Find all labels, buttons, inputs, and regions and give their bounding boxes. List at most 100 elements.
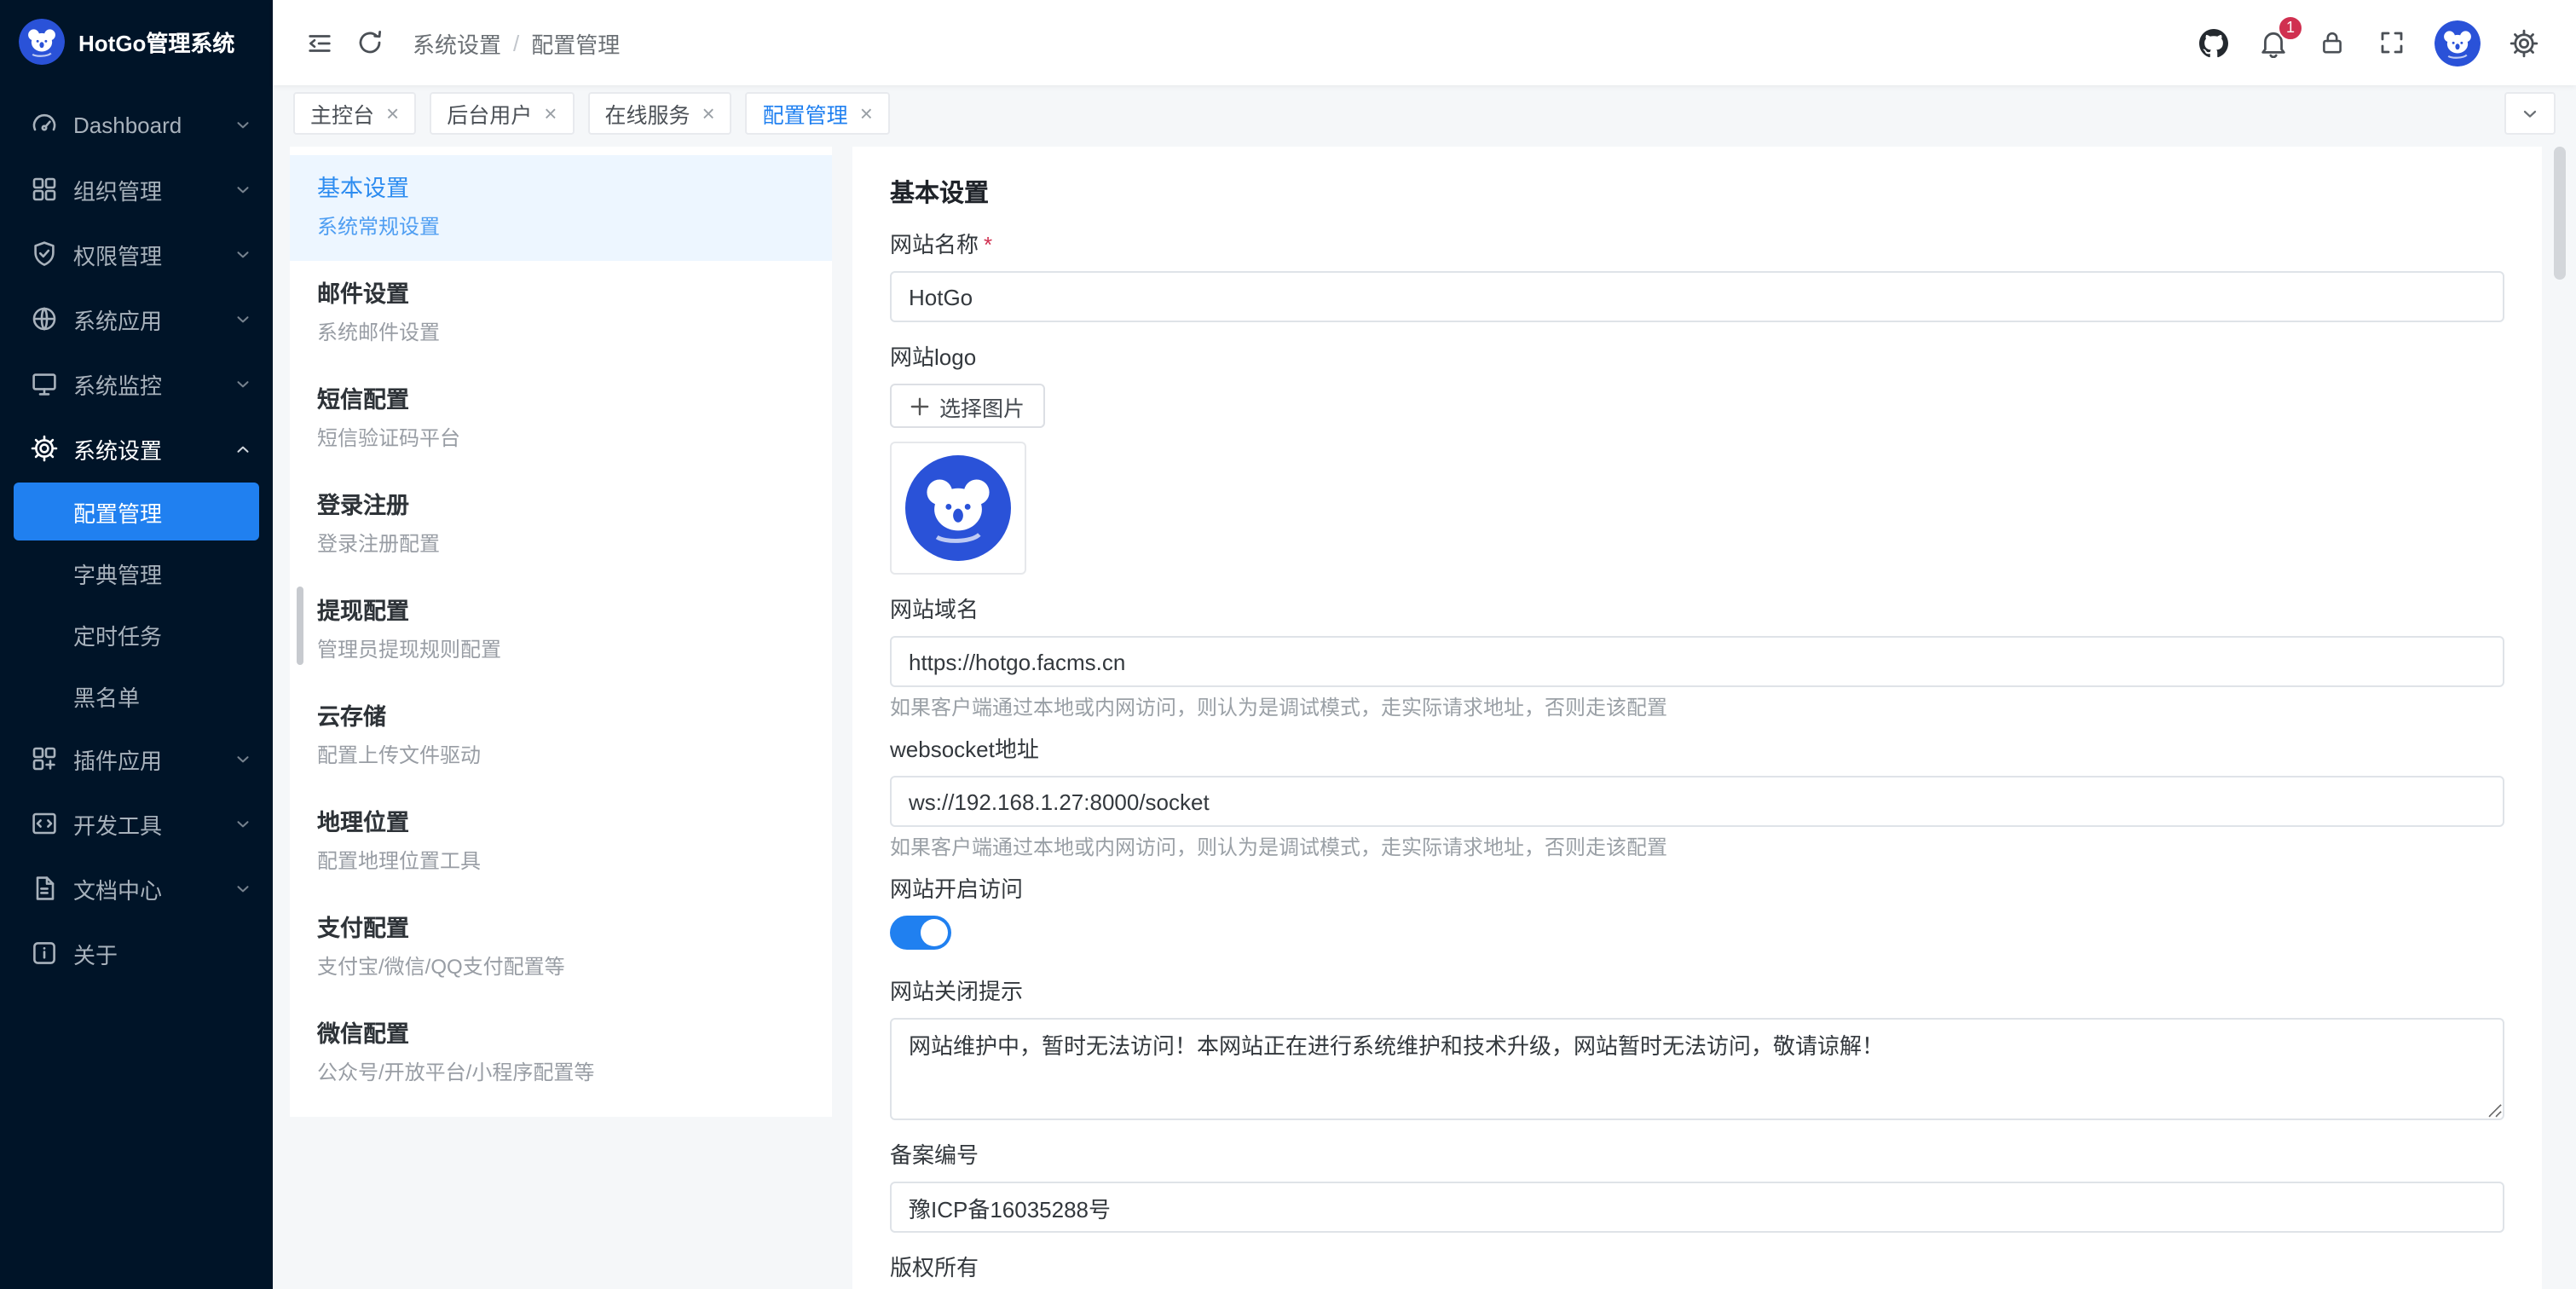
required-asterisk: *	[984, 232, 992, 257]
main-column: 系统设置 / 配置管理 1	[273, 0, 2576, 1289]
settings-nav-item-withdraw[interactable]: 提现配置 管理员提现规则配置	[290, 578, 832, 684]
site-logo-label: 网站logo	[890, 343, 2504, 373]
nav-item-subtitle: 登录注册配置	[317, 532, 805, 558]
sidebar-subitem-config[interactable]: 配置管理	[14, 483, 259, 540]
sidebar-collapse-button[interactable]	[293, 17, 344, 68]
websocket-input[interactable]	[890, 776, 2504, 827]
hotgo-logo-image	[905, 455, 1011, 561]
sidebar-menu: Dashboard 组织管理 权限管理 系统应用 系统监控	[0, 82, 273, 1289]
settings-nav-item-basic[interactable]: 基本设置 系统常规设置	[290, 155, 832, 261]
refresh-button[interactable]	[344, 17, 396, 68]
chevron-down-icon	[234, 309, 252, 328]
sidebar-item-docs[interactable]: 文档中心	[0, 856, 273, 921]
field-site-name: 网站名称*	[890, 230, 2504, 322]
sidebar-item-about[interactable]: 关于	[0, 921, 273, 986]
nav-item-title: 地理位置	[317, 808, 805, 837]
app-window: HotGo管理系统 Dashboard 组织管理 权限管理 系统应用	[0, 0, 2576, 1289]
settings-nav-item-geo[interactable]: 地理位置 配置地理位置工具	[290, 789, 832, 895]
plus-icon	[910, 396, 929, 415]
chevron-down-icon	[234, 374, 252, 393]
tab-label: 配置管理	[763, 97, 848, 130]
site-open-toggle[interactable]	[890, 916, 951, 950]
page-scrollbar-thumb[interactable]	[2554, 147, 2566, 280]
chevron-down-icon	[234, 814, 252, 833]
sidebar-item-label: 文档中心	[73, 872, 234, 905]
sidebar-item-label: 系统应用	[73, 303, 234, 335]
form-title: 基本设置	[890, 174, 2504, 210]
menu-fold-icon	[304, 28, 333, 57]
nav-item-title: 提现配置	[317, 597, 805, 626]
tab-backend-users[interactable]: 后台用户 ×	[430, 92, 574, 135]
sidebar-subitem-cron[interactable]: 定时任务	[0, 604, 273, 665]
sidebar-subitem-blacklist[interactable]: 黑名单	[0, 665, 273, 726]
scrollbar-thumb[interactable]	[297, 587, 303, 665]
breadcrumb-separator: /	[513, 30, 519, 55]
sidebar-item-label: 系统设置	[73, 432, 234, 465]
notifications-button[interactable]: 1	[2247, 17, 2298, 68]
nav-item-title: 短信配置	[317, 385, 805, 414]
nav-item-title: 邮件设置	[317, 280, 805, 309]
field-site-open: 网站开启访问	[890, 875, 2504, 950]
sidebar-item-org[interactable]: 组织管理	[0, 157, 273, 222]
tab-label: 在线服务	[604, 97, 690, 130]
plugin-grid-icon	[31, 745, 58, 772]
tab-console[interactable]: 主控台 ×	[293, 92, 416, 135]
sidebar-item-plugins[interactable]: 插件应用	[0, 726, 273, 791]
tab-online-service[interactable]: 在线服务 ×	[587, 92, 731, 135]
sidebar-subitem-label: 配置管理	[73, 495, 162, 528]
site-domain-input[interactable]	[890, 636, 2504, 687]
sidebar: HotGo管理系统 Dashboard 组织管理 权限管理 系统应用	[0, 0, 273, 1289]
user-avatar[interactable]	[2434, 20, 2481, 66]
header-actions: 1	[2187, 17, 2549, 68]
page-content: 基本设置 系统常规设置 邮件设置 系统邮件设置 短信配置 短信验证码平台 登录注…	[273, 140, 2576, 1289]
pick-image-label: 选择图片	[939, 390, 1025, 422]
tab-close-icon[interactable]: ×	[702, 102, 714, 124]
chevron-down-icon	[234, 245, 252, 263]
sidebar-item-permission[interactable]: 权限管理	[0, 222, 273, 286]
sidebar-item-monitor[interactable]: 系统监控	[0, 351, 273, 416]
sidebar-item-devtools[interactable]: 开发工具	[0, 791, 273, 856]
tab-close-icon[interactable]: ×	[544, 102, 557, 124]
close-tip-textarea[interactable]: 网站维护中，暂时无法访问！本网站正在进行系统维护和技术升级，网站暂时无法访问，敬…	[890, 1018, 2504, 1120]
fullscreen-button[interactable]	[2366, 17, 2417, 68]
sidebar-item-label: 开发工具	[73, 807, 234, 840]
sidebar-item-label: 插件应用	[73, 743, 234, 775]
settings-nav-item-mail[interactable]: 邮件设置 系统邮件设置	[290, 261, 832, 367]
settings-nav-item-pay[interactable]: 支付配置 支付宝/微信/QQ支付配置等	[290, 895, 832, 1001]
icp-input[interactable]	[890, 1182, 2504, 1233]
github-button[interactable]	[2187, 17, 2238, 68]
chevron-down-icon	[234, 879, 252, 898]
field-websocket: websocket地址 如果客户端通过本地或内网访问，则认为是调试模式，走实际请…	[890, 735, 2504, 861]
sidebar-item-apps[interactable]: 系统应用	[0, 286, 273, 351]
pick-image-button[interactable]: 选择图片	[890, 384, 1045, 428]
nav-item-subtitle: 配置地理位置工具	[317, 849, 805, 875]
breadcrumb-current[interactable]: 配置管理	[531, 26, 620, 59]
sidebar-item-dashboard[interactable]: Dashboard	[0, 92, 273, 157]
copyright-label: 版权所有	[890, 1253, 2504, 1284]
settings-nav-item-wechat[interactable]: 微信配置 公众号/开放平台/小程序配置等	[290, 1001, 832, 1107]
site-logo-preview[interactable]	[890, 442, 1026, 575]
nav-item-title: 微信配置	[317, 1020, 805, 1049]
site-name-input[interactable]	[890, 271, 2504, 322]
settings-nav-item-storage[interactable]: 云存储 配置上传文件驱动	[290, 684, 832, 789]
app-title: HotGo管理系统	[78, 25, 234, 57]
refresh-icon	[356, 29, 384, 56]
nav-item-subtitle: 配置上传文件驱动	[317, 743, 805, 769]
tab-close-icon[interactable]: ×	[860, 102, 873, 124]
nav-item-title: 支付配置	[317, 914, 805, 943]
top-header: 系统设置 / 配置管理 1	[273, 0, 2576, 85]
lock-screen-button[interactable]	[2307, 17, 2358, 68]
websocket-label: websocket地址	[890, 735, 2504, 766]
sidebar-subitem-dictionary[interactable]: 字典管理	[0, 542, 273, 604]
breadcrumb-parent[interactable]: 系统设置	[413, 26, 501, 59]
sidebar-item-settings[interactable]: 系统设置	[0, 416, 273, 481]
settings-button[interactable]	[2498, 17, 2549, 68]
tab-close-icon[interactable]: ×	[386, 102, 399, 124]
gear-icon	[2510, 30, 2536, 55]
tabs-dropdown-button[interactable]	[2504, 92, 2556, 135]
dashboard-icon	[31, 111, 58, 138]
tab-config-management[interactable]: 配置管理 ×	[746, 92, 890, 135]
globe-icon	[31, 305, 58, 332]
settings-nav-item-sms[interactable]: 短信配置 短信验证码平台	[290, 367, 832, 472]
settings-nav-item-login[interactable]: 登录注册 登录注册配置	[290, 472, 832, 578]
